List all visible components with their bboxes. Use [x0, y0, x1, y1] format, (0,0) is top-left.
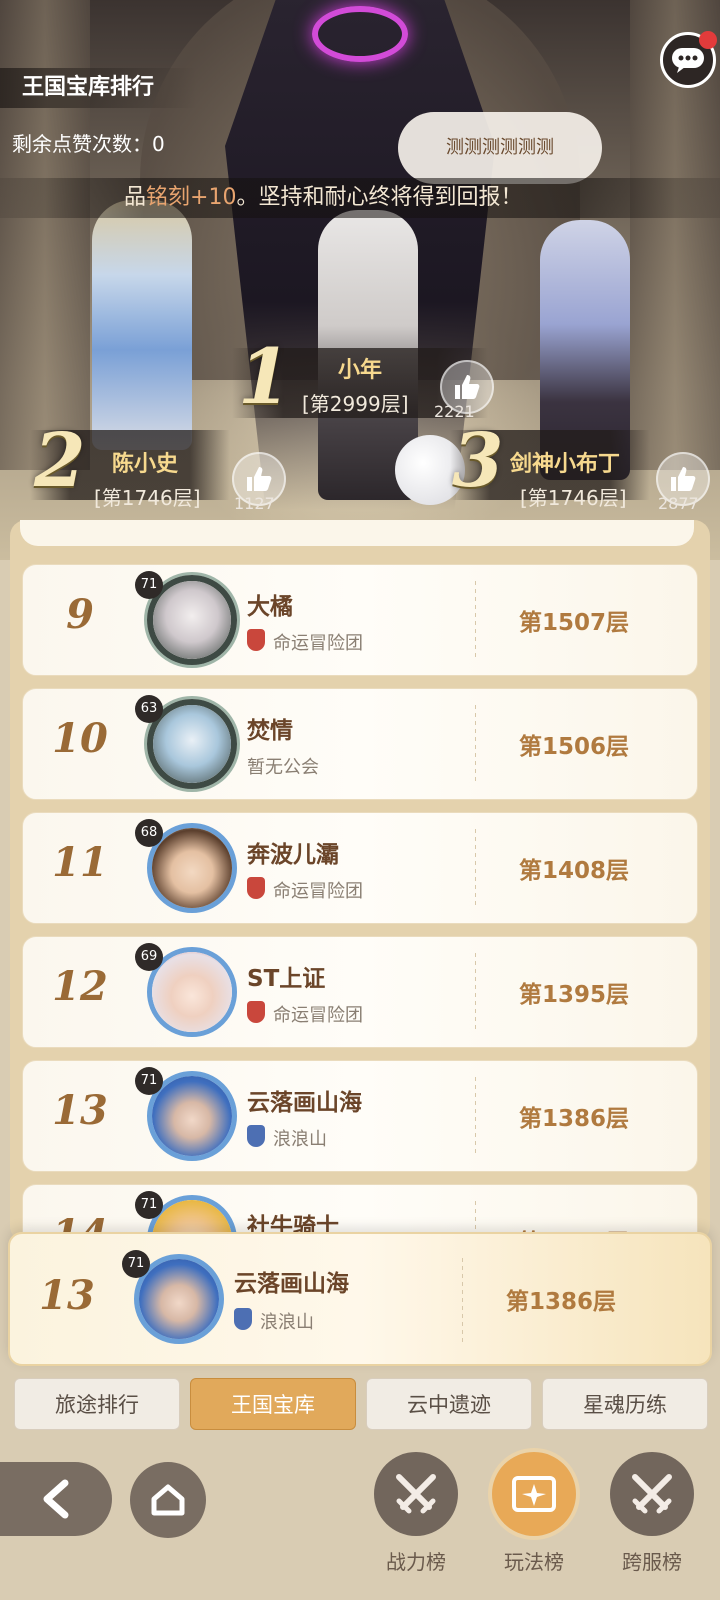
likes-remaining: 剩余点赞次数：0: [12, 132, 165, 156]
player-name: 奔波儿灞: [247, 842, 339, 868]
ticker-prefix: 品: [124, 185, 147, 210]
my-rank-row[interactable]: 13 71 云落画山海 浪浪山 第1386层: [8, 1232, 712, 1366]
rank-2-like-count: 1127: [234, 494, 275, 513]
level-badge: 71: [135, 1067, 163, 1095]
nav-gameplay-ranking[interactable]: 玩法榜: [486, 1452, 582, 1592]
notification-dot: [699, 31, 717, 49]
guild-shield-icon: [247, 1125, 265, 1147]
nav-label: 玩法榜: [504, 1550, 564, 1574]
guild-name: 暂无公会: [247, 757, 319, 778]
row-divider: [475, 705, 476, 785]
row-divider: [475, 581, 476, 661]
floor-value: 第1507层: [519, 610, 630, 636]
player-name: 云落画山海: [234, 1271, 349, 1297]
guild-shield-icon: [247, 877, 265, 899]
rank-1-floor: [第2999层]: [302, 392, 409, 416]
rank-2-character[interactable]: [92, 200, 192, 450]
level-badge: 69: [135, 943, 163, 971]
guild-name: 浪浪山: [260, 1312, 314, 1333]
level-badge: 68: [135, 819, 163, 847]
purple-halo: [312, 6, 408, 62]
rank-2-name: 陈小史: [112, 452, 179, 477]
rank-3-number: 3: [452, 418, 504, 504]
home-icon: [151, 1484, 185, 1516]
floor-value: 第1506层: [519, 734, 630, 760]
player-name: 云落画山海: [247, 1090, 362, 1116]
nav-cross-server-ranking[interactable]: 跨服榜: [604, 1452, 700, 1592]
category-tabs: 旅途排行 王国宝库 云中遗迹 星魂历练: [0, 1378, 720, 1434]
nav-gameplay-circle: [492, 1452, 576, 1536]
chat-button[interactable]: [660, 31, 717, 88]
row-divider: [462, 1258, 463, 1346]
thumbs-up-icon: [247, 467, 272, 491]
ranking-row[interactable]: 12 69 ST上证 命运冒险团 第1395层: [22, 936, 698, 1048]
chevron-left-icon: [43, 1479, 69, 1519]
row-divider: [475, 829, 476, 909]
floor-value: 第1395层: [519, 982, 630, 1008]
ranking-row[interactable]: 13 71 云落画山海 浪浪山 第1386层: [22, 1060, 698, 1172]
tab-kingdom-treasury[interactable]: 王国宝库: [190, 1378, 356, 1430]
row-divider: [475, 1077, 476, 1157]
crossed-swords-icon: [632, 1474, 672, 1514]
speech-bubble: 测测测测测测: [398, 112, 602, 184]
rank-3-floor: [第1746层]: [520, 486, 627, 510]
back-button[interactable]: [0, 1462, 112, 1536]
ticker-text: 。坚持和耐心终将得到回报！: [236, 185, 523, 210]
level-badge: 71: [135, 571, 163, 599]
nav-label: 战力榜: [386, 1550, 446, 1574]
guild-name: 浪浪山: [273, 1129, 327, 1150]
floor-value: 第1408层: [519, 858, 630, 884]
guild-name: 命运冒险团: [273, 881, 363, 902]
row-rank: 10: [52, 715, 108, 762]
thumbs-up-icon: [455, 375, 480, 399]
tab-star-soul[interactable]: 星魂历练: [542, 1378, 708, 1430]
level-badge: 63: [135, 695, 163, 723]
rank-3-like-count: 2877: [658, 494, 699, 513]
rank-3-name: 剑神小布丁: [510, 452, 621, 477]
row-rank: 11: [52, 839, 108, 886]
announcement-ticker: 品铭刻+10。坚持和耐心终将得到回报！: [0, 178, 720, 218]
nav-power-ranking[interactable]: 战力榜: [368, 1452, 464, 1592]
list-row-partial: [20, 520, 694, 546]
row-rank: 9: [66, 591, 94, 638]
page-title: 王国宝库排行: [0, 68, 196, 108]
chat-bubble-icon: [672, 48, 704, 73]
rank-2-number: 2: [34, 418, 86, 504]
row-rank: 13: [52, 1087, 108, 1134]
floor-value: 第1386层: [506, 1289, 617, 1315]
row-divider: [475, 953, 476, 1033]
home-button[interactable]: [130, 1462, 206, 1538]
guild-name: 命运冒险团: [273, 633, 363, 654]
nav-cross-server-circle: [610, 1452, 694, 1536]
guild-shield-icon: [247, 1001, 265, 1023]
row-rank: 12: [52, 963, 108, 1010]
nav-label: 跨服榜: [622, 1550, 682, 1574]
player-name: 焚情: [247, 718, 293, 744]
tab-journey[interactable]: 旅途排行: [14, 1378, 180, 1430]
rank-1-number: 1: [238, 332, 291, 421]
sparkle-card-icon: [512, 1476, 556, 1512]
tab-cloud-ruins[interactable]: 云中遗迹: [366, 1378, 532, 1430]
guild-shield-icon: [247, 629, 265, 651]
rank-2-floor: [第1746层]: [94, 486, 201, 510]
crossed-swords-icon: [396, 1474, 436, 1514]
level-badge: 71: [122, 1250, 150, 1278]
guild-shield-icon: [234, 1308, 252, 1330]
level-badge: 71: [135, 1191, 163, 1219]
ranking-row[interactable]: 10 63 焚情 暂无公会 第1506层: [22, 688, 698, 800]
floor-value: 第1386层: [519, 1106, 630, 1132]
guild-name: 命运冒险团: [273, 1005, 363, 1026]
player-name: 大橘: [247, 594, 293, 620]
player-name: ST上证: [247, 966, 326, 992]
ticker-highlight: 铭刻+10: [146, 185, 237, 210]
ranking-row[interactable]: 11 68 奔波儿灞 命运冒险团 第1408层: [22, 812, 698, 924]
nav-power-circle: [374, 1452, 458, 1536]
thumbs-up-icon: [671, 467, 696, 491]
my-rank-number: 13: [39, 1272, 95, 1319]
ranking-row[interactable]: 9 71 大橘 命运冒险团 第1507层: [22, 564, 698, 676]
rank-1-name: 小年: [338, 358, 383, 383]
